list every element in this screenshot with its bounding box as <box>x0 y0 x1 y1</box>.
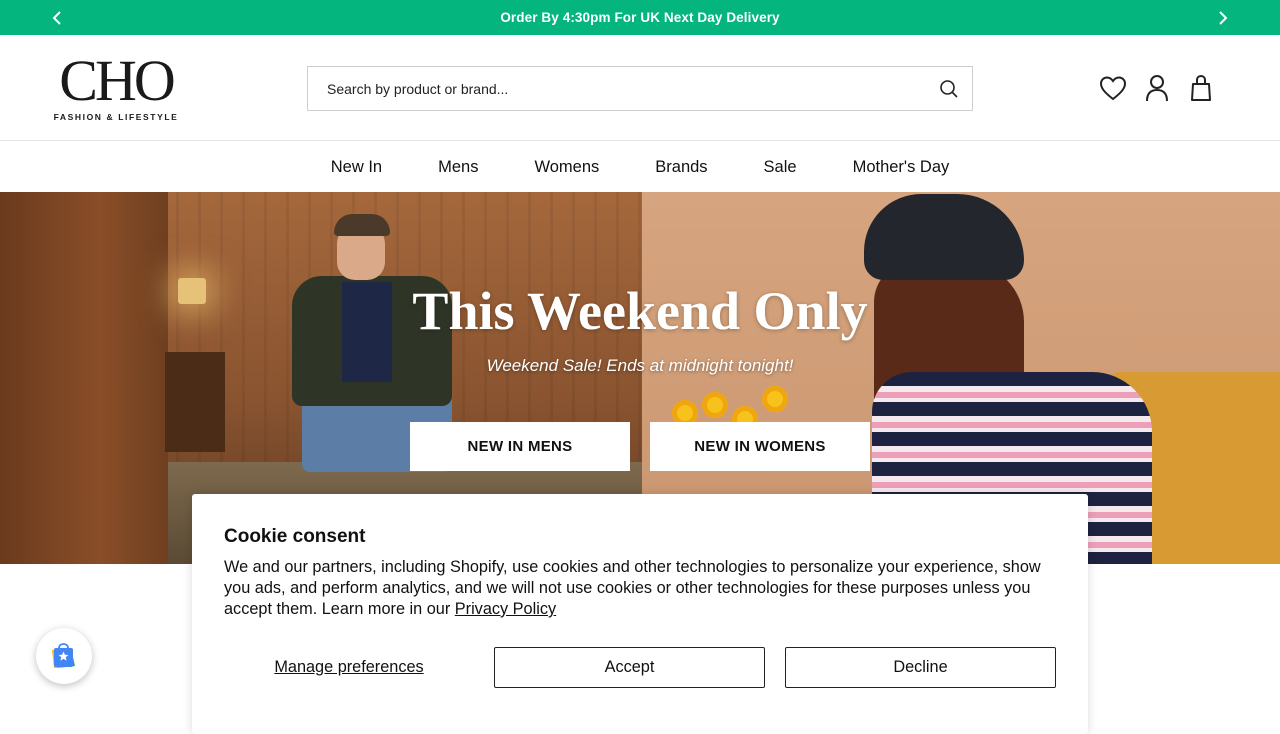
cookie-title: Cookie consent <box>224 526 366 547</box>
nav-item-mothers-day[interactable]: Mother's Day <box>825 158 978 177</box>
search-icon[interactable] <box>938 78 960 100</box>
manage-preferences-link[interactable]: Manage preferences <box>224 647 474 688</box>
hero-subtitle: Weekend Sale! Ends at midnight tonight! <box>486 356 794 375</box>
site-header: CHO FASHION & LIFESTYLE <box>0 35 1280 141</box>
new-in-mens-button[interactable]: NEW IN MENS <box>410 422 630 471</box>
shop-bag-icon[interactable] <box>36 628 92 684</box>
cookie-actions: Manage preferences Accept Decline <box>224 647 1056 688</box>
announcement-bar: Order By 4:30pm For UK Next Day Delivery <box>0 0 1280 35</box>
announcement-message: Order By 4:30pm For UK Next Day Delivery <box>500 10 780 25</box>
nav-item-sale[interactable]: Sale <box>736 158 825 177</box>
bag-icon[interactable] <box>1186 73 1216 103</box>
heart-icon[interactable] <box>1098 73 1128 103</box>
search-input[interactable] <box>327 80 927 97</box>
nav-item-new-in[interactable]: New In <box>303 158 410 177</box>
chevron-left-icon[interactable] <box>47 8 67 28</box>
decline-button[interactable]: Decline <box>785 647 1056 688</box>
nav-item-mens[interactable]: Mens <box>410 158 506 177</box>
privacy-policy-link[interactable]: Privacy Policy <box>455 600 556 618</box>
new-in-womens-button[interactable]: NEW IN WOMENS <box>650 422 870 471</box>
logo-tagline: FASHION & LIFESTYLE <box>53 112 179 122</box>
cookie-body-text: We and our partners, including Shopify, … <box>224 558 1041 618</box>
hero-title: This Weekend Only <box>412 281 868 341</box>
cookie-body: We and our partners, including Shopify, … <box>224 557 1064 620</box>
nav-item-womens[interactable]: Womens <box>506 158 627 177</box>
header-icons <box>1098 73 1216 103</box>
chevron-right-icon[interactable] <box>1213 8 1233 28</box>
logo[interactable]: CHO FASHION & LIFESTYLE <box>49 48 183 125</box>
cookie-consent-dialog: Cookie consent We and our partners, incl… <box>192 494 1088 734</box>
nav-item-brands[interactable]: Brands <box>627 158 735 177</box>
search-box[interactable] <box>307 66 973 111</box>
accept-button[interactable]: Accept <box>494 647 765 688</box>
main-nav: New In Mens Womens Brands Sale Mother's … <box>0 142 1280 192</box>
account-icon[interactable] <box>1142 73 1172 103</box>
logo-mark: CHO <box>59 48 175 113</box>
